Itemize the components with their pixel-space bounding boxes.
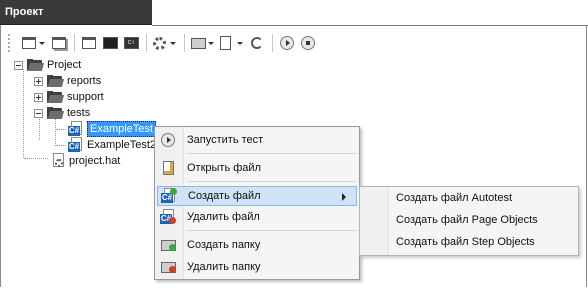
stop-icon	[301, 36, 315, 50]
menu-item-run-test[interactable]: Запустить тест	[157, 130, 357, 150]
tree-node-label: project.hat	[69, 155, 121, 167]
submenu-item-page-objects[interactable]: Создать файл Page Objects	[396, 210, 538, 230]
search-window-icon	[82, 37, 96, 49]
tree-node-label-selected: ExampleTest	[87, 121, 156, 137]
context-menu: Запустить тест Открыть файл C# Создать ф…	[154, 126, 360, 280]
submenu-item-autotest[interactable]: Создать файл Autotest	[396, 188, 512, 208]
submenu-item-step-objects[interactable]: Создать файл Step Objects	[396, 232, 535, 252]
stop-button[interactable]	[298, 33, 318, 53]
expand-toggle[interactable]	[34, 76, 43, 86]
toolbar-separator	[272, 34, 273, 52]
command-icon: C:\	[123, 37, 139, 49]
tree-node-label: support	[67, 91, 104, 103]
open-folder-button[interactable]	[189, 33, 217, 53]
panel-title: Проект	[0, 0, 152, 25]
csharp-file-icon: C#	[68, 121, 84, 137]
tree-line	[55, 118, 56, 146]
open-folder-icon	[191, 37, 206, 49]
project-toolbar: C:\	[8, 31, 319, 55]
folder-icon	[47, 75, 65, 87]
settings-file-icon	[50, 153, 66, 169]
submenu-arrow-icon	[342, 193, 346, 201]
menu-item-delete-folder[interactable]: Удалить папку	[157, 257, 357, 277]
delete-folder-icon	[160, 261, 176, 273]
console-icon	[102, 37, 118, 49]
delete-file-icon: C#	[160, 209, 176, 225]
menu-item-label: Запустить тест	[187, 134, 264, 146]
refresh-icon	[251, 37, 263, 49]
folder-icon	[47, 107, 65, 119]
tree-node-exampletest1[interactable]: C# ExampleTest	[68, 121, 156, 137]
menu-separator	[187, 153, 357, 154]
menu-item-label: Создать файл	[188, 190, 261, 202]
collapse-toggle[interactable]	[34, 108, 43, 118]
tree-node-support[interactable]: support	[34, 89, 104, 105]
toolbar-grip[interactable]	[8, 34, 14, 52]
tree-node-label: reports	[67, 75, 102, 87]
run-icon	[280, 36, 294, 50]
run-icon	[161, 133, 175, 147]
settings-button[interactable]	[151, 33, 179, 53]
expand-toggle[interactable]	[34, 92, 43, 102]
open-file-icon	[162, 161, 174, 175]
tree-line	[23, 69, 24, 158]
toolbar-separator	[184, 34, 185, 52]
search-window-button[interactable]	[79, 33, 99, 53]
collapse-toggle[interactable]	[14, 60, 23, 70]
menu-item-delete-file[interactable]: C# Удалить файл	[157, 207, 357, 227]
menu-separator	[187, 230, 357, 231]
csharp-file-icon: C#	[68, 137, 84, 153]
menu-item-create-folder[interactable]: Создать папку	[157, 235, 357, 255]
toolbar-separator	[146, 34, 147, 52]
settings-icon	[153, 36, 166, 50]
menu-separator	[187, 181, 357, 182]
tree-line	[56, 129, 66, 130]
folder-icon	[27, 59, 45, 71]
tree-line	[56, 145, 66, 146]
create-file-icon: C#	[161, 188, 177, 204]
console-button[interactable]	[100, 33, 120, 53]
menu-item-label: Открыть файл	[187, 162, 261, 174]
tree-node-project-hat[interactable]: project.hat	[50, 153, 120, 169]
new-window-icon	[22, 37, 36, 49]
new-file-icon	[220, 36, 231, 50]
menu-item-label: Удалить файл	[187, 211, 260, 223]
menu-item-label: Удалить папку	[187, 261, 261, 273]
panel-tabstrip	[152, 0, 588, 26]
windows-button[interactable]	[49, 33, 69, 53]
menu-item-create-file[interactable]: C# Создать файл	[157, 186, 357, 206]
toolbar-separator	[74, 34, 75, 52]
menu-item-open-file[interactable]: Открыть файл	[157, 158, 357, 178]
new-file-button[interactable]	[218, 33, 246, 53]
windows-icon	[52, 37, 66, 49]
folder-icon	[47, 91, 65, 103]
tree-node-tests[interactable]: tests	[34, 105, 90, 121]
create-folder-icon	[160, 239, 176, 251]
tree-node-exampletest2[interactable]: C# ExampleTest2	[68, 137, 156, 153]
tree-node-label: tests	[67, 107, 91, 119]
new-window-button[interactable]	[20, 33, 48, 53]
command-button[interactable]: C:\	[121, 33, 141, 53]
tree-line	[24, 158, 48, 159]
tree-node-project[interactable]: Project	[14, 57, 81, 73]
run-button[interactable]	[277, 33, 297, 53]
create-file-submenu: Создать файл Autotest Создать файл Page …	[359, 186, 579, 256]
tree-node-label: ExampleTest	[90, 123, 153, 135]
tree-node-reports[interactable]: reports	[34, 73, 101, 89]
tree-node-label: ExampleTest2	[87, 139, 157, 151]
menu-item-label: Создать папку	[187, 239, 261, 251]
tree-node-label: Project	[47, 59, 82, 71]
menu-icon-gutter	[360, 187, 389, 255]
refresh-button[interactable]	[247, 33, 267, 53]
